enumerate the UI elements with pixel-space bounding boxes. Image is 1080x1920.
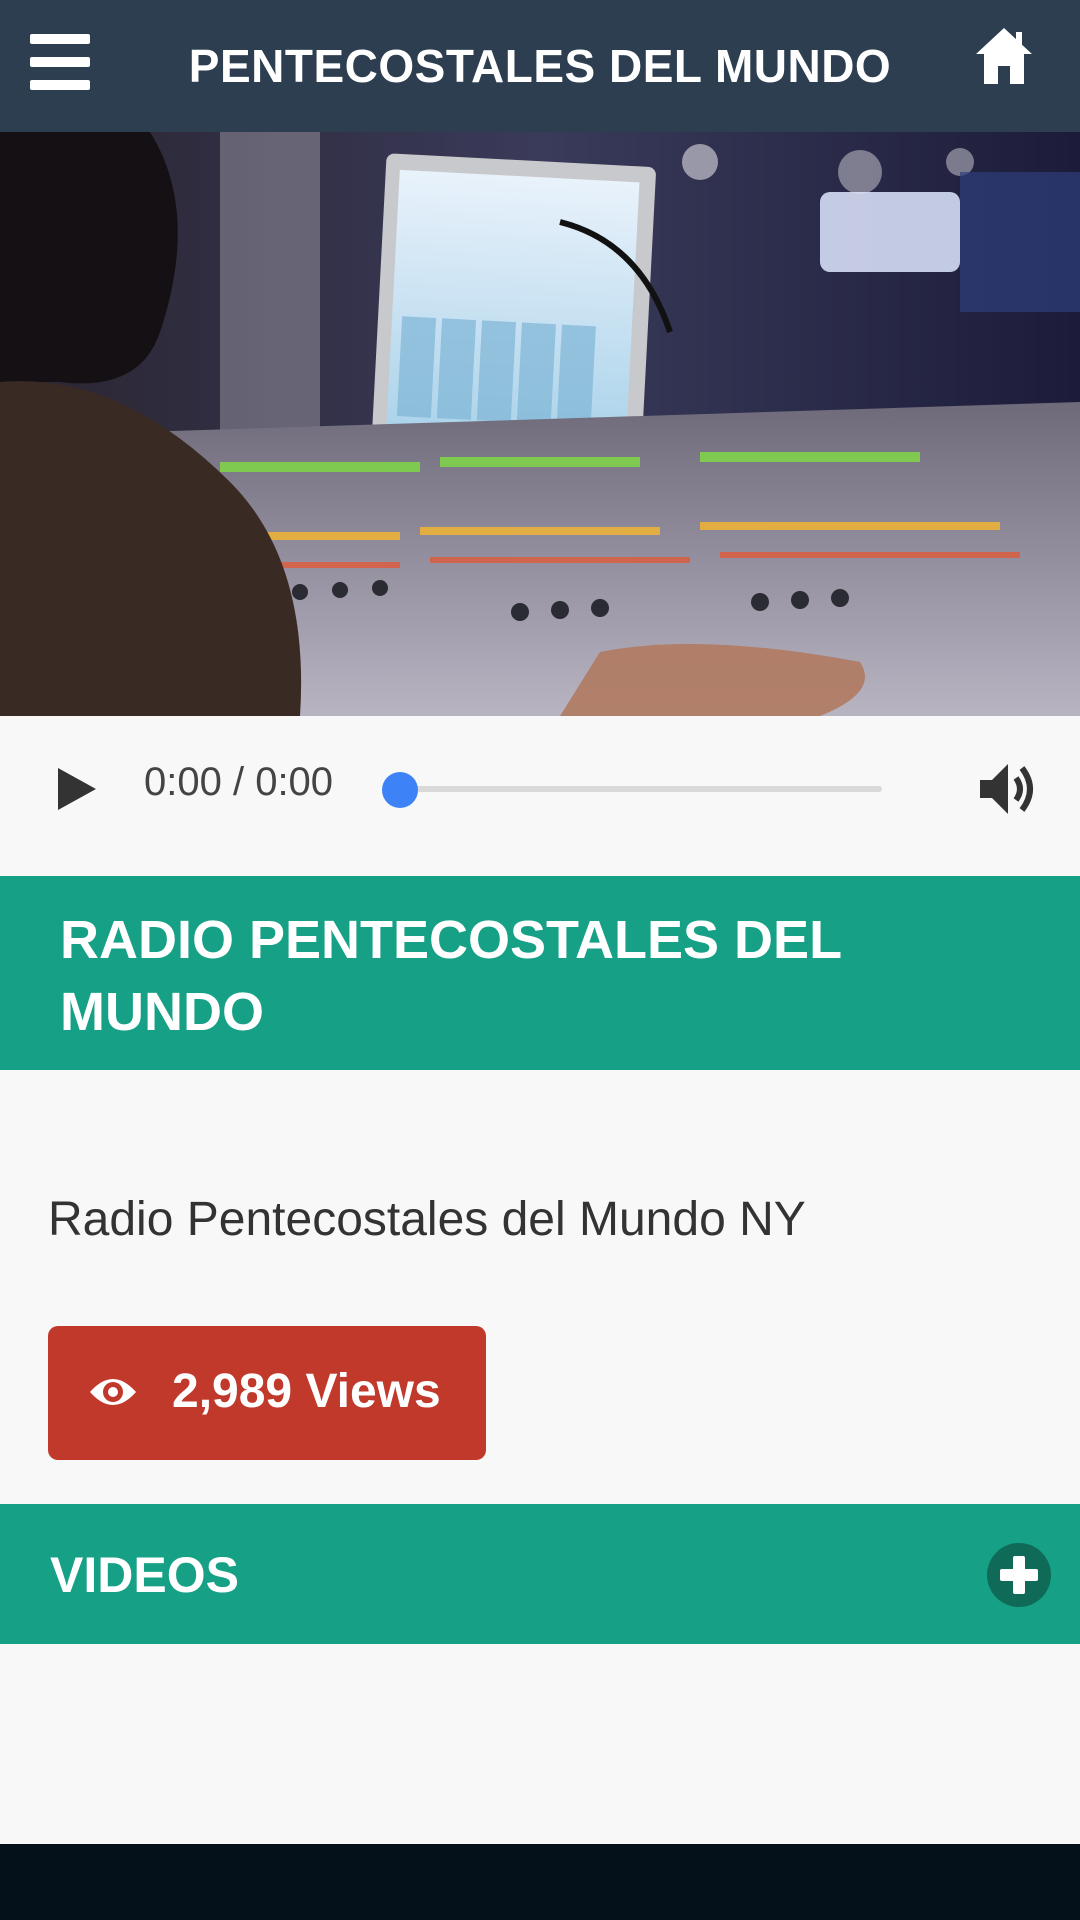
views-count: 2,989 Views	[172, 1365, 441, 1418]
progress-track[interactable]	[398, 786, 882, 792]
station-title: RADIO PENTECOSTALES DEL MUNDO	[60, 910, 842, 1042]
hamburger-menu-icon[interactable]	[30, 34, 90, 90]
videos-label: VIDEOS	[50, 1547, 239, 1603]
eye-icon	[90, 1379, 136, 1405]
app-title: PENTECOSTALES DEL MUNDO	[188, 40, 892, 92]
views-button[interactable]: 2,989 Views	[48, 1326, 486, 1460]
progress-thumb[interactable]	[382, 772, 418, 808]
bottom-navigation-bar	[0, 1844, 1080, 1920]
station-title-banner: RADIO PENTECOSTALES DEL MUNDO	[0, 876, 1080, 1070]
plus-circle-icon[interactable]	[986, 1542, 1052, 1608]
home-icon[interactable]	[972, 24, 1036, 88]
station-description: Radio Pentecostales del Mundo NY	[48, 1193, 806, 1246]
app-bar: PENTECOSTALES DEL MUNDO	[0, 0, 1080, 132]
videos-section-header[interactable]: VIDEOS	[0, 1504, 1080, 1644]
station-hero-image	[0, 132, 1080, 716]
volume-icon[interactable]	[976, 758, 1038, 820]
playback-time: 0:00 / 0:00	[144, 760, 334, 804]
play-icon[interactable]	[54, 766, 100, 812]
